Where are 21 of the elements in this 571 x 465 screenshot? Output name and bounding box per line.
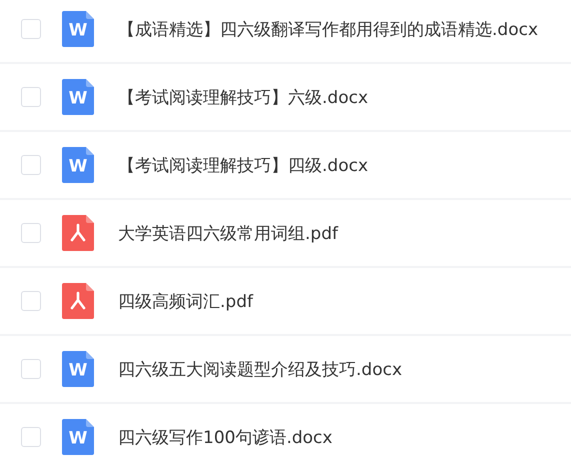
file-name[interactable]: 四六级写作100句谚语.docx xyxy=(118,426,332,448)
file-name[interactable]: 四六级五大阅读题型介绍及技巧.docx xyxy=(118,358,402,380)
checkbox[interactable] xyxy=(21,223,41,243)
checkbox[interactable] xyxy=(21,155,41,175)
checkbox[interactable] xyxy=(21,87,41,107)
word-document-icon: W xyxy=(62,419,94,455)
checkbox[interactable] xyxy=(21,427,41,447)
checkbox[interactable] xyxy=(21,359,41,379)
file-name[interactable]: 【考试阅读理解技巧】四级.docx xyxy=(118,154,368,176)
file-name[interactable]: 【考试阅读理解技巧】六级.docx xyxy=(118,86,368,108)
word-document-icon: W xyxy=(62,351,94,387)
checkbox[interactable] xyxy=(21,291,41,311)
file-name[interactable]: 【成语精选】四六级翻译写作都用得到的成语精选.docx xyxy=(118,18,538,40)
word-document-icon: W xyxy=(62,79,94,115)
file-name[interactable]: 四级高频词汇.pdf xyxy=(118,290,253,312)
checkbox[interactable] xyxy=(21,19,41,39)
file-name[interactable]: 大学英语四六级常用词组.pdf xyxy=(118,222,338,244)
pdf-document-icon xyxy=(62,215,94,251)
word-document-icon: W xyxy=(62,147,94,183)
word-document-icon: W xyxy=(62,11,94,47)
pdf-document-icon xyxy=(62,283,94,319)
